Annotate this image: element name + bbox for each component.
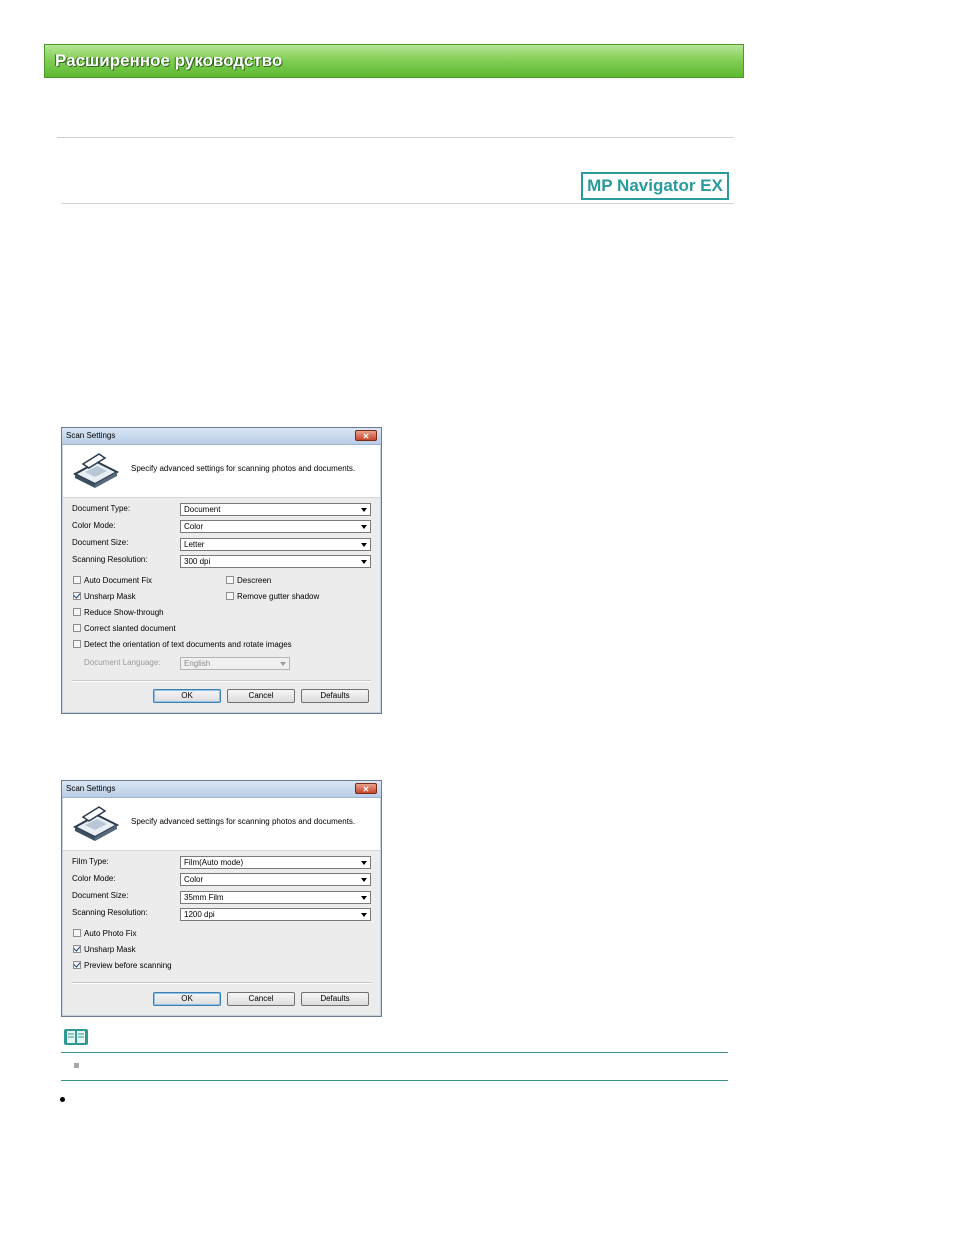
banner-title: Расширенное руководство [55, 51, 283, 70]
scanning-resolution-label: Scanning Resolution: [72, 908, 148, 917]
document-size-value: Letter [184, 540, 205, 549]
cancel-button[interactable]: Cancel [227, 689, 295, 703]
scanning-resolution-select[interactable]: 1200 dpi [180, 908, 371, 921]
film-type-label: Film Type: [72, 857, 109, 866]
preview-before-scanning-checkbox[interactable]: Preview before scanning [73, 961, 172, 971]
color-mode-label: Color Mode: [72, 521, 116, 530]
checkbox-box [73, 640, 81, 648]
chevron-down-icon [361, 543, 367, 547]
checkbox-box-checked [73, 961, 81, 969]
close-button[interactable]: ✕ [355, 430, 377, 441]
document-language-select: English [180, 657, 290, 670]
checkbox-label: Correct slanted document [84, 624, 176, 633]
descreen-checkbox[interactable]: Descreen [226, 576, 271, 586]
dialog-header: Specify advanced settings for scanning p… [63, 798, 380, 851]
manual-banner: Расширенное руководство [44, 44, 744, 78]
chevron-down-icon [361, 878, 367, 882]
checkbox-label: Descreen [237, 576, 272, 585]
color-mode-select[interactable]: Color [180, 873, 371, 886]
dialog-titlebar: Scan Settings ✕ [62, 781, 381, 798]
divider-header [61, 203, 734, 204]
checkbox-box [73, 929, 81, 937]
checkbox-label: Preview before scanning [84, 961, 172, 970]
color-mode-label: Color Mode: [72, 874, 116, 883]
document-size-value: 35mm Film [184, 893, 224, 902]
ok-button[interactable]: OK [153, 992, 221, 1006]
ok-button[interactable]: OK [153, 689, 221, 703]
checkbox-label: Unsharp Mask [84, 592, 136, 601]
document-size-label: Document Size: [72, 891, 129, 900]
chevron-down-icon [361, 560, 367, 564]
chevron-down-icon [280, 662, 286, 666]
defaults-button[interactable]: Defaults [301, 689, 369, 703]
checkbox-label: Auto Photo Fix [84, 929, 137, 938]
checkbox-box [73, 608, 81, 616]
checkbox-box-checked [73, 592, 81, 600]
bullet-icon [60, 1097, 65, 1102]
scan-settings-dialog-document: Scan Settings ✕ Specify advanced setting… [61, 427, 382, 714]
close-button[interactable]: ✕ [355, 783, 377, 794]
checkbox-box [226, 576, 234, 584]
chevron-down-icon [361, 913, 367, 917]
note-rule-bottom [61, 1080, 728, 1081]
dialog-title: Scan Settings [66, 431, 116, 440]
checkbox-box [73, 624, 81, 632]
scan-settings-dialog-film: Scan Settings ✕ Specify advanced setting… [61, 780, 382, 1017]
product-logo: MP Navigator EX [581, 172, 729, 200]
document-type-value: Document [184, 505, 221, 514]
cancel-button[interactable]: Cancel [227, 992, 295, 1006]
film-type-value: Film(Auto mode) [184, 858, 244, 867]
remove-gutter-shadow-checkbox[interactable]: Remove gutter shadow [226, 592, 319, 602]
correct-slanted-document-checkbox[interactable]: Correct slanted document [73, 624, 176, 634]
checkbox-label: Remove gutter shadow [237, 592, 320, 601]
dialog-title: Scan Settings [66, 784, 116, 793]
chevron-down-icon [361, 508, 367, 512]
chevron-down-icon [361, 861, 367, 865]
scanner-icon [72, 806, 120, 841]
color-mode-value: Color [184, 875, 204, 884]
film-type-select[interactable]: Film(Auto mode) [180, 856, 371, 869]
chevron-down-icon [361, 525, 367, 529]
chevron-down-icon [361, 896, 367, 900]
checkbox-box [73, 576, 81, 584]
color-mode-select[interactable]: Color [180, 520, 371, 533]
dialog-header: Specify advanced settings for scanning p… [63, 445, 380, 498]
checkbox-label: Auto Document Fix [84, 576, 153, 585]
dialog-description: Specify advanced settings for scanning p… [131, 817, 356, 826]
color-mode-value: Color [184, 522, 204, 531]
unsharp-mask-checkbox[interactable]: Unsharp Mask [73, 592, 136, 602]
dialog-separator [72, 982, 371, 984]
note-rule-top [61, 1052, 728, 1053]
defaults-button[interactable]: Defaults [301, 992, 369, 1006]
checkbox-box-checked [73, 945, 81, 953]
document-type-select[interactable]: Document [180, 503, 371, 516]
document-type-label: Document Type: [72, 504, 131, 513]
auto-photo-fix-checkbox[interactable]: Auto Photo Fix [73, 929, 136, 939]
document-language-value: English [184, 659, 211, 668]
auto-document-fix-checkbox[interactable]: Auto Document Fix [73, 576, 152, 586]
document-language-label: Document Language: [84, 658, 161, 667]
scanning-resolution-select[interactable]: 300 dpi [180, 555, 371, 568]
note-book-icon [64, 1029, 88, 1045]
checkbox-box [226, 592, 234, 600]
document-size-select[interactable]: Letter [180, 538, 371, 551]
scanner-icon [72, 453, 120, 488]
note-bullet-icon [74, 1063, 79, 1068]
detect-orientation-checkbox[interactable]: Detect the orientation of text documents… [73, 640, 292, 650]
scanning-resolution-value: 300 dpi [184, 557, 211, 566]
unsharp-mask-checkbox[interactable]: Unsharp Mask [73, 945, 136, 955]
checkbox-label: Detect the orientation of text documents… [84, 640, 292, 649]
checkbox-label: Reduce Show-through [84, 608, 164, 617]
dialog-separator [72, 680, 371, 682]
document-size-label: Document Size: [72, 538, 129, 547]
document-size-select[interactable]: 35mm Film [180, 891, 371, 904]
dialog-titlebar: Scan Settings ✕ [62, 428, 381, 445]
checkbox-label: Unsharp Mask [84, 945, 136, 954]
reduce-show-through-checkbox[interactable]: Reduce Show-through [73, 608, 164, 618]
divider-top [57, 137, 734, 138]
scanning-resolution-label: Scanning Resolution: [72, 555, 148, 564]
dialog-description: Specify advanced settings for scanning p… [131, 464, 356, 473]
scanning-resolution-value: 1200 dpi [184, 910, 215, 919]
